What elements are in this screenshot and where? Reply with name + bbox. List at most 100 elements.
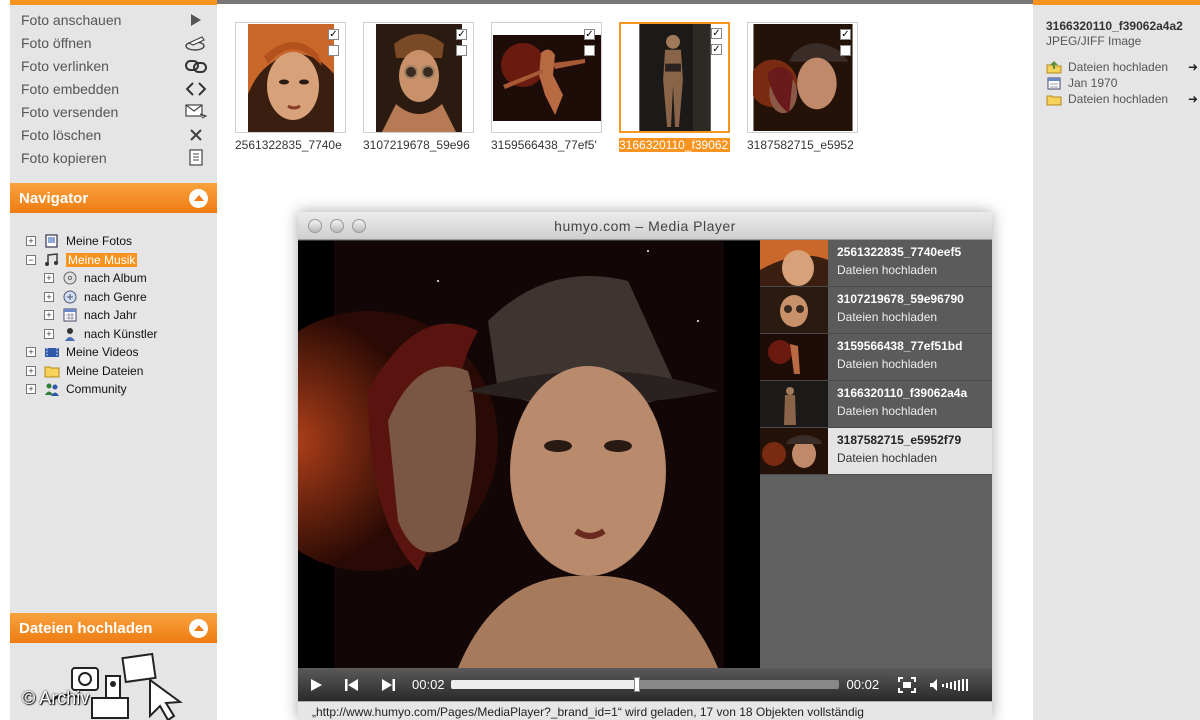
expand-icon[interactable]: + [26, 236, 36, 247]
left-sidebar: Foto anschauen Foto öffnen Foto verlinke… [10, 0, 217, 720]
file-type: JPEG/JIFF Image [1046, 34, 1142, 48]
thumbnail-select-checkbox[interactable]: ✓ [840, 29, 851, 40]
playlist-item[interactable]: 3107219678_59e96790 Dateien hochladen [760, 287, 992, 334]
thumbnail-item-selected[interactable]: ✓ ✓ 3166320110_f39062 [619, 22, 730, 152]
media-player-window: humyo.com – Media Player 2561322835_7740… [298, 212, 992, 720]
action-link-photo[interactable]: Foto verlinken [10, 54, 217, 77]
playlist-item[interactable]: 2561322835_7740eef5 Dateien hochladen [760, 240, 992, 287]
playlist-item-title: 3166320110_f39062a4a [837, 386, 968, 400]
current-time: 00:02 [412, 677, 445, 692]
playlist-item[interactable]: 3166320110_f39062a4a Dateien hochladen [760, 381, 992, 428]
thumbnail-mark-checkbox-checked[interactable]: ✓ [711, 44, 722, 55]
thumbnail-image [247, 23, 334, 132]
tree-item-nach-genre[interactable]: + nach Genre [44, 288, 157, 307]
genre-disc-icon [63, 290, 77, 304]
thumbnail-mark-checkbox[interactable] [840, 45, 851, 56]
upload-panel-title: Dateien hochladen [19, 619, 153, 637]
thumbnail-item[interactable]: ✓ 3187582715_e5952 [747, 22, 858, 152]
thumbnail-select-checkbox[interactable]: ✓ [328, 29, 339, 40]
envelope-send-icon [185, 103, 207, 121]
play-icon[interactable] [298, 678, 334, 692]
thumbnail-select-checkbox[interactable]: ✓ [456, 29, 467, 40]
video-display[interactable] [298, 241, 760, 668]
sidebar-accent-bar [10, 0, 217, 5]
arrow-right-icon[interactable]: ➜ [1188, 92, 1198, 106]
thumbnail-select-checkbox[interactable]: ✓ [711, 28, 722, 39]
upload-media-illustration [49, 652, 183, 720]
playlist-item-text: 2561322835_7740eef5 Dateien hochladen [828, 240, 977, 286]
photo-frame-icon [45, 234, 58, 248]
app-window: Foto anschauen Foto öffnen Foto verlinke… [0, 0, 1200, 720]
navigator-tree: + Meine Fotos − Meine Musik + nach Album… [26, 232, 157, 399]
meta-label: Dateien hochladen [1068, 92, 1169, 106]
next-track-icon[interactable] [370, 678, 406, 692]
playlist-thumbnail [760, 381, 828, 427]
expand-icon[interactable]: + [44, 328, 54, 339]
thumbnail-mark-checkbox[interactable] [328, 45, 339, 56]
previous-track-icon[interactable] [334, 678, 370, 692]
thumbnail-select-checkbox[interactable]: ✓ [584, 29, 595, 40]
meta-row-date: Jan 1970 [1046, 75, 1198, 91]
collapse-icon[interactable] [189, 618, 208, 638]
playlist-item[interactable]: 3159566438_77ef51bd Dateien hochladen [760, 334, 992, 381]
thumbnail-item[interactable]: ✓ 3107219678_59e96 [363, 22, 474, 152]
thumbnail-mark-checkbox[interactable] [456, 45, 467, 56]
arrow-right-icon[interactable]: ➜ [1188, 60, 1198, 74]
seek-bar[interactable] [450, 677, 839, 692]
expand-icon[interactable]: + [44, 273, 54, 284]
action-label: Foto öffnen [21, 34, 92, 51]
thumbnail-label: 3166320110_f39062 [619, 138, 730, 152]
link-icon [185, 57, 207, 75]
expand-icon[interactable]: + [44, 291, 54, 302]
action-copy-photo[interactable]: Foto kopieren [10, 146, 217, 169]
thumbnail-item[interactable]: ✓ 3159566438_77ef5' [491, 22, 602, 152]
file-meta-list: Dateien hochladen ➜ Jan 1970 Dateien hoc… [1046, 59, 1198, 107]
thumbnail-mark-checkbox[interactable] [584, 45, 595, 56]
folder-icon [44, 366, 60, 378]
collapse-toggle-icon[interactable]: − [26, 254, 36, 265]
action-open-photo[interactable]: Foto öffnen [10, 31, 217, 54]
action-delete-photo[interactable]: Foto löschen [10, 123, 217, 146]
tree-item-meine-dateien[interactable]: + Meine Dateien [26, 362, 157, 381]
tree-item-meine-fotos[interactable]: + Meine Fotos [26, 232, 157, 251]
upload-panel-header[interactable]: Dateien hochladen [10, 613, 217, 643]
playlist-item-text: 3187582715_e5952f79 Dateien hochladen [828, 428, 977, 474]
playlist-item-active[interactable]: 3187582715_e5952f79 Dateien hochladen [760, 428, 992, 475]
fullscreen-icon[interactable] [889, 676, 925, 693]
action-send-photo[interactable]: Foto versenden [10, 100, 217, 123]
navigator-title: Navigator [19, 189, 89, 207]
thumbnail-item[interactable]: ✓ 2561322835_7740e [235, 22, 346, 152]
calendar-icon [63, 308, 77, 322]
expand-icon[interactable]: + [26, 384, 36, 395]
action-embed-photo[interactable]: Foto embedden [10, 77, 217, 100]
tree-label: nach Künstler [84, 326, 158, 341]
open-disk-icon [185, 34, 207, 52]
action-view-photo[interactable]: Foto anschauen [10, 8, 217, 31]
action-label: Foto versenden [21, 103, 119, 120]
expand-icon[interactable]: + [26, 365, 36, 376]
tree-item-community[interactable]: + Community [26, 380, 157, 399]
player-controls: 00:02 00:02 [298, 668, 992, 701]
tree-item-nach-kuenstler[interactable]: + nach Künstler [44, 325, 157, 344]
volume-icon[interactable] [925, 678, 981, 692]
play-arrow-icon [185, 11, 207, 29]
copy-document-icon [185, 149, 207, 167]
player-titlebar[interactable]: humyo.com – Media Player [298, 212, 992, 240]
collapse-icon[interactable] [189, 188, 208, 208]
expand-icon[interactable]: + [26, 347, 36, 358]
tree-item-nach-album[interactable]: + nach Album [44, 269, 157, 288]
tree-item-meine-musik[interactable]: − Meine Musik [26, 251, 157, 270]
meta-label: Dateien hochladen [1068, 60, 1169, 74]
seek-handle[interactable] [633, 677, 640, 692]
playlist-thumbnail [760, 240, 828, 286]
playlist-item-text: 3159566438_77ef51bd Dateien hochladen [828, 334, 977, 380]
playlist-item-title: 3107219678_59e96790 [837, 292, 964, 306]
tree-label: Meine Fotos [66, 234, 133, 249]
tree-item-nach-jahr[interactable]: + nach Jahr [44, 306, 157, 325]
meta-row-folder[interactable]: Dateien hochladen ➜ [1046, 91, 1198, 107]
navigator-header[interactable]: Navigator [10, 183, 217, 213]
meta-row-uploaded[interactable]: Dateien hochladen ➜ [1046, 59, 1198, 75]
expand-icon[interactable]: + [44, 310, 54, 321]
tree-item-meine-videos[interactable]: + Meine Videos [26, 343, 157, 362]
playlist-thumbnail [760, 287, 828, 333]
